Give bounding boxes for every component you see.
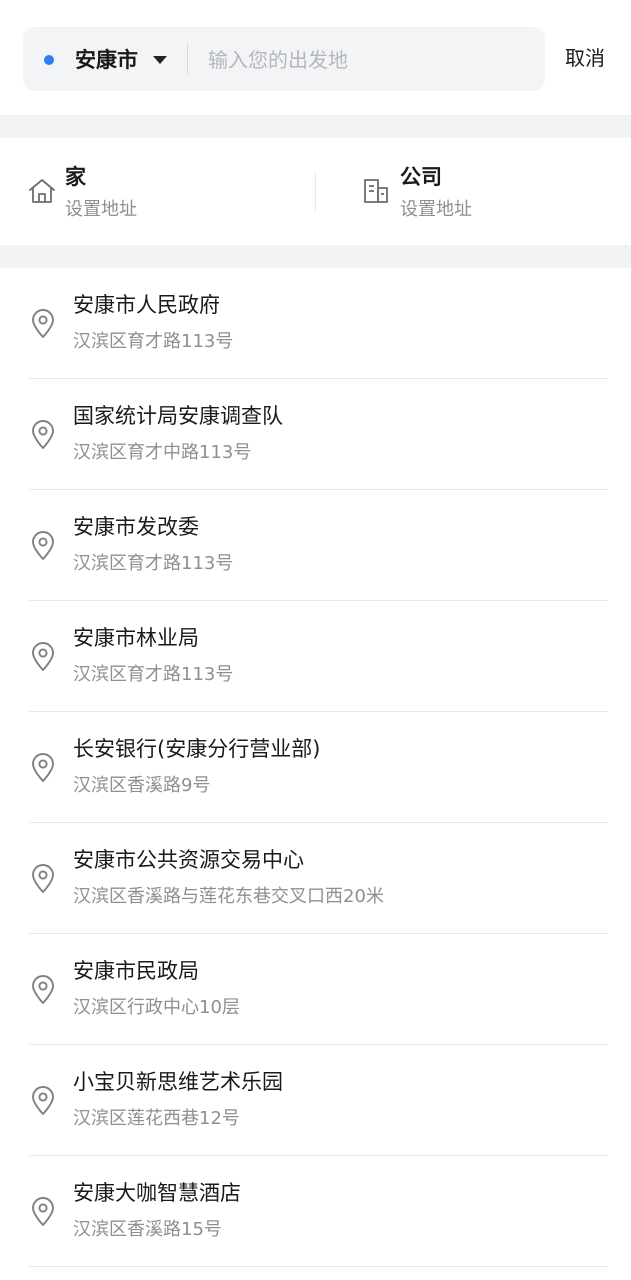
place-name: 安康市人民政府 (73, 293, 220, 317)
city-selector[interactable]: 安康市 (75, 44, 138, 76)
place-address: 汉滨区香溪路与莲花东巷交叉口西20米 (73, 886, 384, 907)
place-item[interactable]: 国家统计局安康调查队 汉滨区育才中路113号 (0, 379, 631, 490)
home-subtitle: 设置地址 (65, 199, 137, 220)
location-dot-icon (44, 55, 54, 65)
place-address: 汉滨区香溪路15号 (73, 1219, 222, 1240)
building-icon (364, 179, 388, 203)
place-suggestion-list: 安康市人民政府 汉滨区育才路113号 国家统计局安康调查队 汉滨区育才中路113号 安康… (0, 268, 631, 1280)
section-gap (0, 245, 631, 268)
company-title: 公司 (400, 165, 442, 189)
place-address: 汉滨区育才路113号 (73, 331, 234, 352)
place-item[interactable]: 安康大咖智慧酒店 汉滨区香溪路15号 (0, 1156, 631, 1267)
location-pin-icon (32, 1086, 54, 1115)
place-name: 安康市民政局 (73, 959, 199, 983)
place-name: 安康市公共资源交易中心 (73, 848, 304, 872)
home-shortcut[interactable]: 家 设置地址 (0, 138, 300, 245)
departure-search-input[interactable] (208, 43, 528, 77)
place-item[interactable]: 安康市民政局汉滨区行政中心10层 (0, 934, 631, 1045)
location-pin-icon (32, 531, 54, 560)
company-subtitle: 设置地址 (400, 199, 472, 220)
home-icon (29, 179, 55, 203)
location-pin-icon (32, 753, 54, 782)
location-pin-icon (32, 309, 54, 338)
cancel-button[interactable]: 取消 (565, 42, 605, 74)
place-address: 汉滨区香溪路9号 (73, 775, 211, 796)
list-divider (29, 1266, 608, 1267)
place-address: 汉滨区莲花西巷12号 (73, 1108, 240, 1129)
shortcut-divider (315, 172, 316, 212)
place-item[interactable]: 安康市发改委汉滨区育才路113号 (0, 490, 631, 601)
search-divider (187, 44, 188, 74)
place-address: 汉滨区育才路113号 (73, 553, 234, 574)
section-gap (0, 115, 631, 138)
home-title: 家 (65, 165, 86, 189)
location-pin-icon (32, 420, 54, 449)
place-name: 小宝贝新思维艺术乐园 (73, 1070, 283, 1094)
top-bar: 安康市 取消 (0, 0, 631, 115)
place-item[interactable]: 安康市公共资源交易中心汉滨区香溪路与莲花东巷交叉口西20米 (0, 823, 631, 934)
place-name: 安康市发改委 (73, 515, 199, 539)
location-pin-icon (32, 864, 54, 893)
place-item[interactable]: 安康市林业局汉滨区育才路113号 (0, 601, 631, 712)
place-item[interactable]: 小宝贝新思维艺术乐园 汉滨区莲花西巷12号 (0, 1045, 631, 1156)
place-item[interactable]: 长安银行(安康分行营业部) 汉滨区香溪路9号 (0, 712, 631, 823)
place-name: 国家统计局安康调查队 (73, 404, 283, 428)
location-pin-icon (32, 642, 54, 671)
place-address: 汉滨区育才中路113号 (73, 442, 252, 463)
place-name: 安康大咖智慧酒店 (73, 1181, 241, 1205)
location-pin-icon (32, 1197, 54, 1226)
location-pin-icon (32, 975, 54, 1004)
company-shortcut[interactable]: 公司 设置地址 (335, 138, 631, 245)
place-name: 安康市林业局 (73, 626, 199, 650)
place-name: 长安银行(安康分行营业部) (73, 737, 321, 761)
caret-down-icon[interactable] (153, 56, 167, 64)
place-address: 汉滨区行政中心10层 (73, 997, 240, 1018)
place-address: 汉滨区育才路113号 (73, 664, 234, 685)
place-item[interactable]: 安康市人民政府 汉滨区育才路113号 (0, 268, 631, 379)
